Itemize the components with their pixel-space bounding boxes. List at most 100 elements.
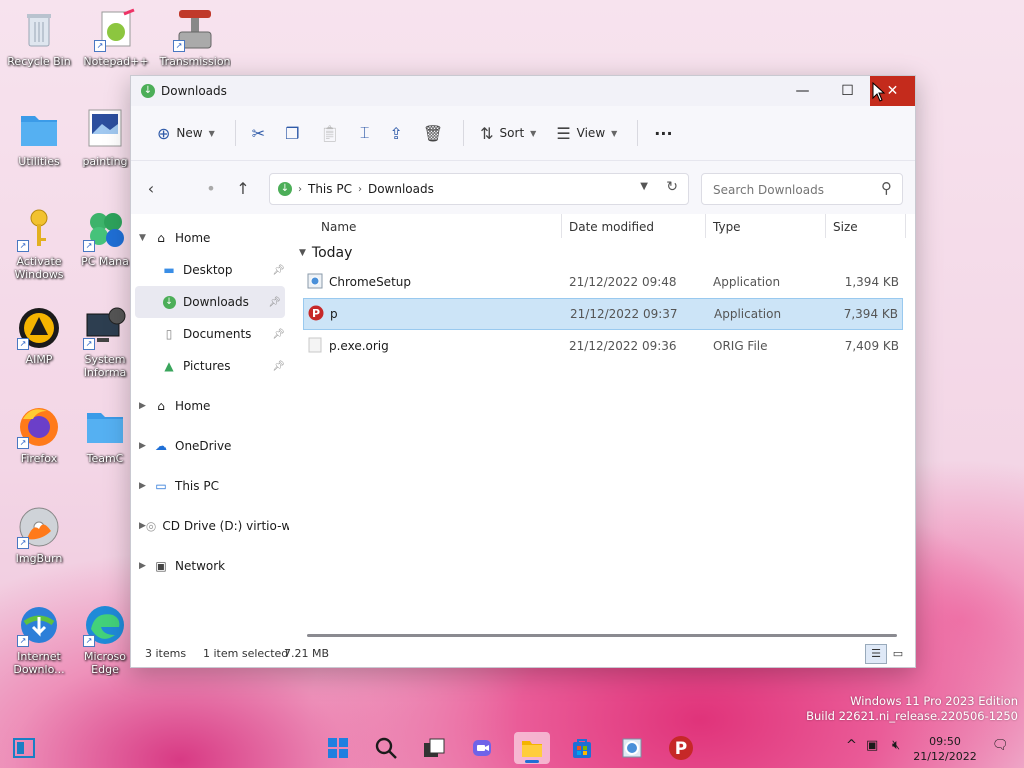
store-button[interactable] (564, 732, 600, 764)
column-divider[interactable] (561, 214, 562, 238)
group-label: Today (311, 245, 353, 261)
task-view-button[interactable] (416, 732, 452, 764)
desktop-icon-imgburn[interactable]: ↗ ImgBurn (3, 505, 75, 565)
shortcut-arrow-icon: ↗ (94, 40, 106, 52)
refresh-icon[interactable]: ↻ (666, 179, 678, 195)
desktop-icon-label: PC Mana (81, 255, 129, 268)
file-type: Application (713, 275, 781, 289)
pin-icon[interactable]: 📌︎ (272, 361, 285, 372)
breadcrumb-downloads[interactable]: Downloads (368, 182, 434, 196)
share-button[interactable]: ⇪ (381, 117, 410, 149)
desktop-icon-internet-download-manager[interactable]: ↗ Internet Downlo... (3, 603, 75, 676)
sidebar-item-documents[interactable]: ▯ Documents 📌︎ (131, 318, 289, 350)
column-divider[interactable] (705, 214, 706, 238)
column-header-date[interactable]: Date modified (569, 220, 654, 234)
pin-icon[interactable]: 📌︎ (268, 297, 281, 308)
file-row-p[interactable]: P p 21/12/2022 09:37 Application 7,394 K… (303, 298, 903, 330)
desktop-icon-teamc[interactable]: TeamC (80, 405, 130, 465)
back-button[interactable]: ‹ (137, 179, 165, 198)
group-header-today[interactable]: ▼ Today (293, 240, 915, 266)
psiphon-taskbar-button[interactable]: P (663, 732, 699, 764)
chevron-up-icon[interactable]: ^ (846, 738, 857, 753)
desktop-icon-system-information[interactable]: ↗ System Informa (80, 306, 130, 379)
file-row-p-exe-orig[interactable]: p.exe.orig 21/12/2022 09:36 ORIG File 7,… (303, 331, 903, 361)
maximize-button[interactable]: ☐ (825, 76, 870, 106)
breadcrumb-this-pc[interactable]: This PC (308, 182, 352, 196)
sidebar-item-cd-drive[interactable]: ▶ ◎ CD Drive (D:) virtio-w (131, 510, 289, 542)
desktop-icon-notepadpp[interactable]: ↗ Notepad++ (80, 8, 152, 68)
sidebar-item-onedrive[interactable]: ▶ ☁ OneDrive (131, 430, 289, 462)
widgets-button[interactable] (6, 732, 42, 764)
pin-icon[interactable]: 📌︎ (272, 265, 285, 276)
sidebar-item-pictures[interactable]: ▲ Pictures 📌︎ (131, 350, 289, 382)
desktop-icon-activate-windows[interactable]: ↗ Activate Windows (3, 208, 75, 281)
file-name: p (330, 307, 338, 321)
rename-button[interactable]: ⌶ (352, 117, 378, 149)
column-divider[interactable] (905, 214, 906, 238)
sort-button[interactable]: ⇅ Sort ▼ (472, 117, 544, 149)
search-input[interactable] (711, 182, 865, 198)
forward-button[interactable]: • (197, 179, 225, 198)
start-button[interactable] (320, 732, 356, 764)
network-tray-icon[interactable]: ▣ (866, 738, 878, 753)
title-bar[interactable]: ↓ Downloads — ☐ ✕ (131, 76, 915, 106)
chevron-down-icon[interactable]: ▼ (640, 181, 648, 192)
volume-muted-icon[interactable]: 🔇︎ (892, 738, 900, 753)
column-divider[interactable] (825, 214, 826, 238)
search-box[interactable]: ⚲ (701, 173, 903, 205)
column-header-name[interactable]: Name (321, 220, 356, 234)
horizontal-scrollbar[interactable] (307, 634, 897, 637)
file-explorer-taskbar-button[interactable] (514, 732, 550, 764)
new-button[interactable]: ⊕ New ▼ (149, 117, 223, 149)
sidebar-item-home[interactable]: ▶ ⌂ Home (131, 390, 289, 422)
sidebar-item-desktop[interactable]: ▬ Desktop 📌︎ (131, 254, 289, 286)
sidebar-item-network[interactable]: ▶ ▣ Network (131, 550, 289, 582)
status-selection: 1 item selected (203, 647, 289, 660)
desktop-icon-transmission[interactable]: ↗ Transmission (159, 8, 231, 68)
tiles-view-icon: ▭ (892, 647, 904, 660)
chat-button[interactable] (464, 732, 500, 764)
paste-button[interactable]: 📋︎ (312, 117, 348, 149)
home-icon: ⌂ (157, 231, 165, 245)
sidebar-item-home-quick[interactable]: ▼ ⌂ Home (131, 222, 289, 254)
desktop-icon-pc-manager[interactable]: ↗ PC Mana (80, 208, 130, 268)
desktop-icon-recycle-bin[interactable]: Recycle Bin (3, 8, 75, 68)
clock[interactable]: 09:50 21/12/2022 (910, 734, 980, 764)
notifications-icon[interactable]: 🗨︎ (992, 738, 1009, 753)
chevron-right-icon[interactable]: ▶ (139, 401, 153, 411)
pin-icon[interactable]: 📌︎ (272, 329, 285, 340)
file-row-chromesetup[interactable]: ChromeSetup 21/12/2022 09:48 Application… (303, 267, 903, 297)
desktop-icon-firefox[interactable]: ↗ Firefox (3, 405, 75, 465)
view-button[interactable]: ☰ View ▼ (548, 117, 625, 149)
search-taskbar-button[interactable] (368, 732, 404, 764)
more-options-button[interactable]: ··· (646, 117, 680, 149)
sidebar-item-this-pc[interactable]: ▶ ▭ This PC (131, 470, 289, 502)
file-size: 1,394 KB (844, 275, 899, 289)
column-header-size[interactable]: Size (833, 220, 858, 234)
chevron-down-icon[interactable]: ▼ (139, 233, 153, 243)
desktop-icon-aimp[interactable]: ↗ AIMP (3, 306, 75, 366)
cut-button[interactable]: ✂ (244, 117, 273, 149)
address-bar[interactable]: ↓ › This PC › Downloads ▼ ↻ (269, 173, 689, 205)
chevron-right-icon[interactable]: ▶ (139, 521, 146, 531)
chrome-setup-taskbar-button[interactable] (614, 732, 650, 764)
copy-button[interactable]: ❐ (277, 117, 307, 149)
delete-button[interactable]: 🗑︎ (415, 117, 451, 149)
up-button[interactable]: ↑ (229, 179, 257, 198)
minimize-button[interactable]: — (780, 76, 825, 106)
sidebar-item-downloads[interactable]: ↓ Downloads 📌︎ (135, 286, 285, 318)
column-header-type[interactable]: Type (713, 220, 741, 234)
tiles-view-button[interactable]: ▭ (887, 644, 909, 664)
desktop-icon-painting[interactable]: painting (80, 108, 130, 168)
chevron-right-icon[interactable]: ▶ (139, 441, 153, 451)
chevron-right-icon[interactable]: ▶ (139, 561, 153, 571)
sidebar-item-label: Pictures (183, 359, 231, 373)
sidebar-item-label: OneDrive (175, 439, 232, 453)
details-view-button[interactable]: ☰ (865, 644, 887, 664)
shortcut-arrow-icon: ↗ (83, 338, 95, 350)
desktop-icon-utilities[interactable]: Utilities (3, 108, 75, 168)
desktop-icon-edge[interactable]: ↗ Microso Edge (80, 603, 130, 676)
chevron-right-icon[interactable]: ▶ (139, 481, 153, 491)
